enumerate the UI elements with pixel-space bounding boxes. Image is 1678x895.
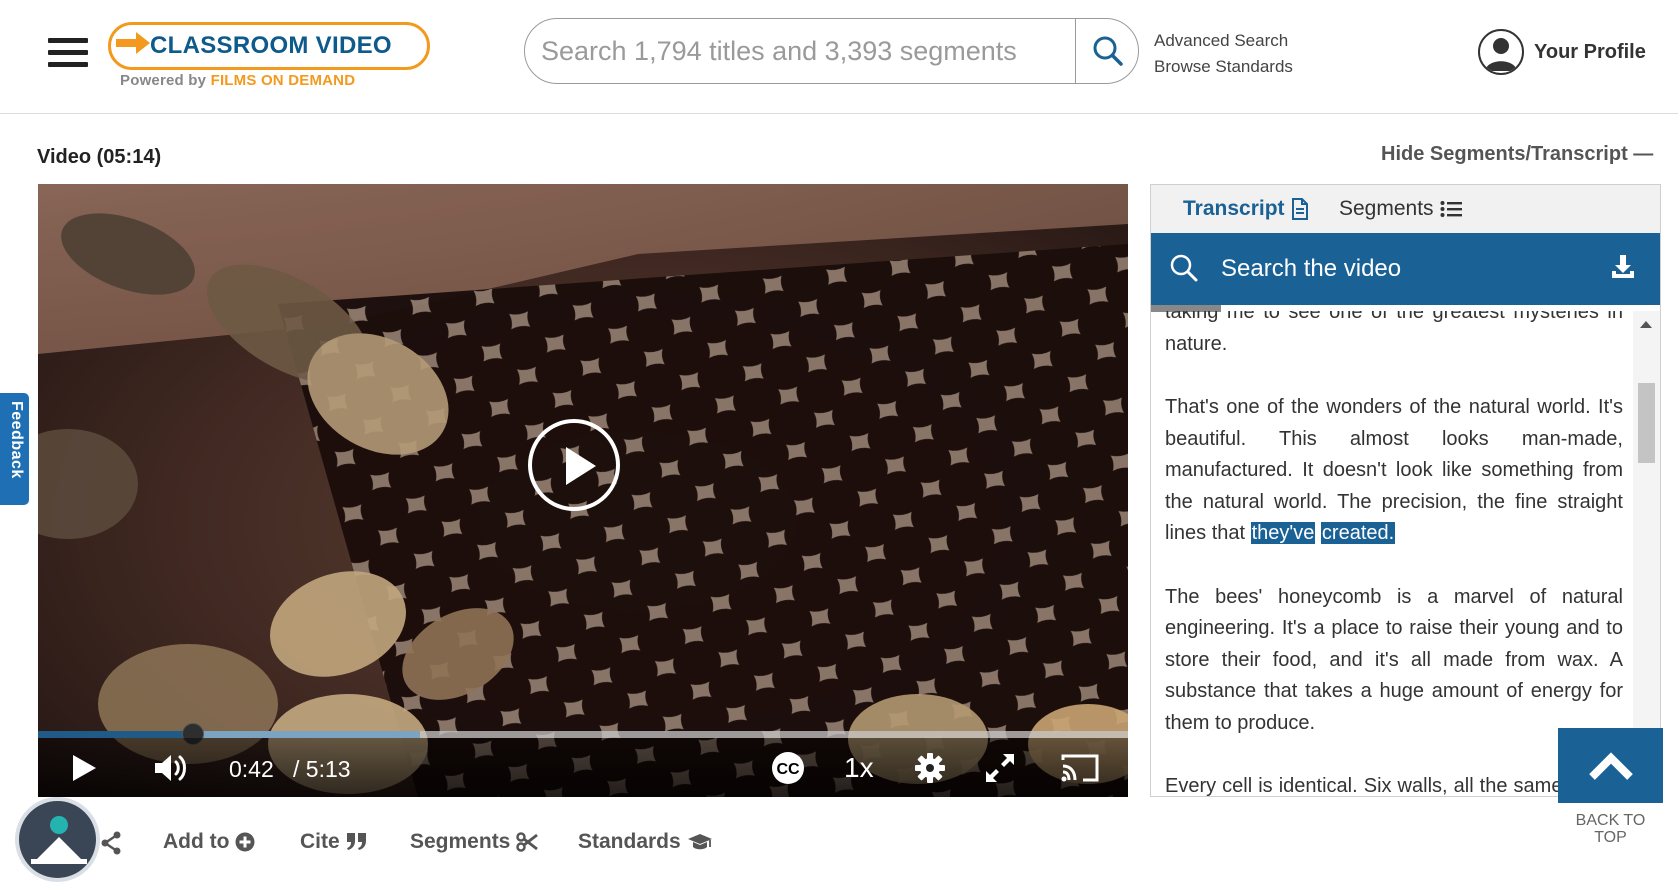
transcript-paragraph[interactable]: The bees' honeycomb is a marvel of natur… <box>1165 582 1623 740</box>
site-header: CLASSROOM VIDEO Powered by FILMS ON DEMA… <box>0 0 1678 114</box>
user-avatar-icon <box>1478 29 1524 75</box>
svg-text:CC: CC <box>776 761 800 778</box>
transcript-paragraph[interactable]: Every cell is identical. Six walls, all … <box>1165 771 1623 796</box>
video-player[interactable]: 0:42 / 5:13 CC 1x <box>38 184 1128 797</box>
search-icon <box>1170 254 1198 282</box>
video-action-bar: Add to Cite Segments Standards <box>0 820 1128 870</box>
transcript-search-label: Search the video <box>1221 255 1402 282</box>
transcript-highlight-word[interactable]: created. <box>1320 522 1396 544</box>
site-search-input[interactable] <box>525 19 1075 83</box>
panel-tabs: Transcript Segments <box>1151 185 1660 233</box>
feedback-tab[interactable]: Feedback <box>0 393 29 505</box>
download-transcript-button[interactable] <box>1609 253 1637 286</box>
scrollbar-thumb[interactable] <box>1638 383 1655 463</box>
scissors-icon <box>516 832 539 852</box>
video-played-bar <box>38 731 194 738</box>
hide-segments-transcript-toggle[interactable]: Hide Segments/Transcript — <box>1381 143 1653 166</box>
search-button[interactable] <box>1076 19 1138 83</box>
player-controls: 0:42 / 5:13 CC 1x <box>38 738 1128 797</box>
transcript-highlight-word[interactable]: they've <box>1250 522 1316 544</box>
tab-segments[interactable]: Segments <box>1339 197 1462 221</box>
transcript-paragraph[interactable]: taking me to see one of the greatest mys… <box>1165 311 1623 360</box>
add-to-button[interactable]: Add to <box>163 830 255 854</box>
plus-circle-icon <box>235 832 255 852</box>
transcript-panel: Transcript Segments Search the video tak… <box>1150 184 1661 797</box>
playback-speed-button[interactable]: 1x <box>844 752 874 784</box>
site-search <box>524 18 1139 84</box>
logo-title: CLASSROOM VIDEO <box>150 32 392 59</box>
volume-button[interactable] <box>150 748 194 788</box>
closed-captions-button[interactable]: CC <box>770 748 806 788</box>
fullscreen-button[interactable] <box>980 748 1020 788</box>
hamburger-menu-icon[interactable] <box>48 38 88 70</box>
duration: / 5:13 <box>293 756 351 782</box>
cite-button[interactable]: Cite <box>300 830 368 854</box>
document-icon <box>1291 198 1308 220</box>
transcript-search-bar[interactable]: Search the video <box>1151 233 1660 305</box>
logo-subtitle: Powered by FILMS ON DEMAND <box>120 72 356 89</box>
profile-button[interactable]: Your Profile <box>1478 28 1646 76</box>
advanced-search-link[interactable]: Advanced Search <box>1154 28 1293 54</box>
current-time: 0:42 <box>229 756 274 782</box>
settings-button[interactable] <box>912 748 948 788</box>
gear-icon <box>915 753 945 783</box>
browse-standards-link[interactable]: Browse Standards <box>1154 54 1293 80</box>
standards-button[interactable]: Standards <box>578 830 713 854</box>
scroll-up-arrow-icon[interactable] <box>1640 321 1652 328</box>
fullscreen-icon <box>986 754 1014 782</box>
play-overlay-button[interactable] <box>528 419 620 511</box>
transcript-text-area[interactable]: taking me to see one of the greatest mys… <box>1151 311 1633 796</box>
classroom-video-logo[interactable]: CLASSROOM VIDEO Powered by FILMS ON DEMA… <box>108 22 433 94</box>
play-button[interactable] <box>64 748 104 788</box>
volume-icon <box>155 755 186 781</box>
profile-label: Your Profile <box>1534 40 1646 63</box>
search-links: Advanced Search Browse Standards <box>1154 28 1293 80</box>
video-title: Video (05:14) <box>37 146 162 168</box>
search-icon <box>1093 36 1123 66</box>
video-progress-bar[interactable] <box>38 723 1128 745</box>
feedback-label: Feedback <box>8 401 25 479</box>
tab-transcript[interactable]: Transcript <box>1183 197 1309 221</box>
cast-button[interactable] <box>1058 748 1102 788</box>
list-icon <box>1440 201 1462 217</box>
transcript-scrollbar[interactable] <box>1633 311 1660 796</box>
download-icon <box>1612 255 1634 278</box>
quote-icon <box>346 833 366 850</box>
back-to-top-button[interactable] <box>1558 728 1663 803</box>
graduation-cap-icon <box>687 834 712 850</box>
transcript-paragraph-current[interactable]: That's one of the wonders of the natural… <box>1165 392 1623 550</box>
play-icon <box>73 755 96 781</box>
chevron-up-icon <box>1588 751 1633 780</box>
segments-clip-button[interactable]: Segments <box>410 830 539 854</box>
closed-captions-icon: CC <box>772 752 804 784</box>
logo-arrow-icon <box>116 32 150 54</box>
back-to-top-label: BACK TO TOP <box>1575 812 1646 846</box>
cast-icon <box>1061 754 1099 782</box>
